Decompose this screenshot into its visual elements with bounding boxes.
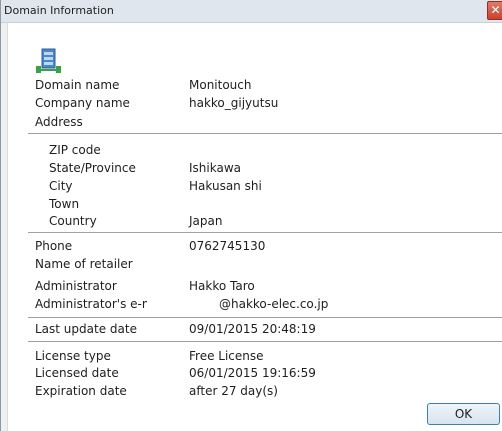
state-province-label: State/Province bbox=[49, 161, 136, 175]
last-update-date-label: Last update date bbox=[35, 322, 137, 336]
administrator-value: Hakko Taro bbox=[189, 279, 255, 293]
licensed-date-value: 06/01/2015 19:16:59 bbox=[189, 366, 316, 380]
address-label: Address bbox=[35, 115, 83, 129]
company-name-label: Company name bbox=[35, 96, 130, 110]
city-label: City bbox=[49, 179, 73, 193]
separator bbox=[28, 133, 502, 134]
domain-server-icon bbox=[36, 48, 61, 73]
separator bbox=[28, 317, 502, 318]
city-value: Hakusan shi bbox=[189, 179, 262, 193]
ok-button[interactable]: OK bbox=[427, 403, 500, 425]
domain-information-dialog: Domain Information ✕ Domain name Monitou… bbox=[0, 0, 502, 431]
state-province-value: Ishikawa bbox=[189, 161, 241, 175]
separator bbox=[28, 341, 502, 342]
domain-name-value: Monitouch bbox=[189, 78, 252, 92]
title-bar: Domain Information ✕ bbox=[1, 0, 502, 23]
separator bbox=[28, 232, 502, 233]
administrator-label: Administrator bbox=[35, 279, 117, 293]
close-button[interactable]: ✕ bbox=[487, 1, 502, 20]
country-label: Country bbox=[49, 214, 97, 228]
expiration-date-label: Expiration date bbox=[35, 384, 127, 398]
zip-code-label: ZIP code bbox=[49, 143, 101, 157]
licensed-date-label: Licensed date bbox=[35, 366, 119, 380]
phone-value: 0762745130 bbox=[189, 239, 266, 253]
country-value: Japan bbox=[189, 214, 223, 228]
redacted-email-mask bbox=[147, 296, 217, 311]
admin-email-label: Administrator's e-m bbox=[35, 297, 154, 311]
name-of-retailer-label: Name of retailer bbox=[35, 257, 133, 271]
phone-label: Phone bbox=[35, 239, 73, 253]
town-label: Town bbox=[49, 197, 80, 211]
license-type-label: License type bbox=[35, 349, 111, 363]
window-title: Domain Information bbox=[4, 4, 114, 17]
expiration-date-value: after 27 day(s) bbox=[189, 384, 278, 398]
last-update-date-value: 09/01/2015 20:48:19 bbox=[189, 322, 316, 336]
admin-email-value: @hakko-elec.co.jp bbox=[219, 297, 329, 311]
domain-name-label: Domain name bbox=[35, 78, 120, 92]
license-type-value: Free License bbox=[189, 349, 264, 363]
company-name-value: hakko_gijyutsu bbox=[189, 96, 279, 110]
